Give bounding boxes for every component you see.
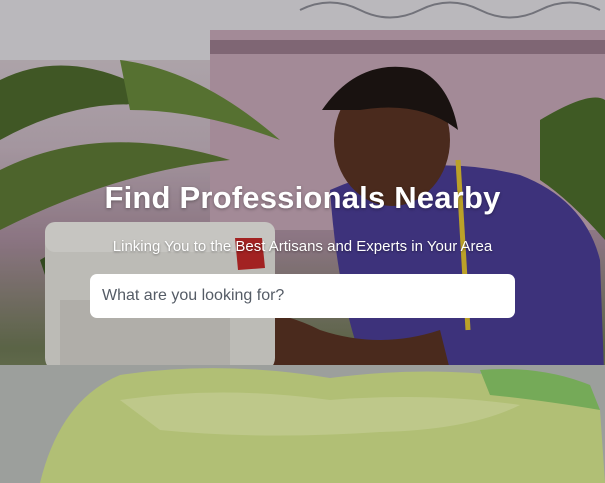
search-input[interactable] (90, 274, 515, 318)
hero-subtitle: Linking You to the Best Artisans and Exp… (112, 238, 493, 255)
hero-title: Find Professionals Nearby (104, 180, 501, 215)
